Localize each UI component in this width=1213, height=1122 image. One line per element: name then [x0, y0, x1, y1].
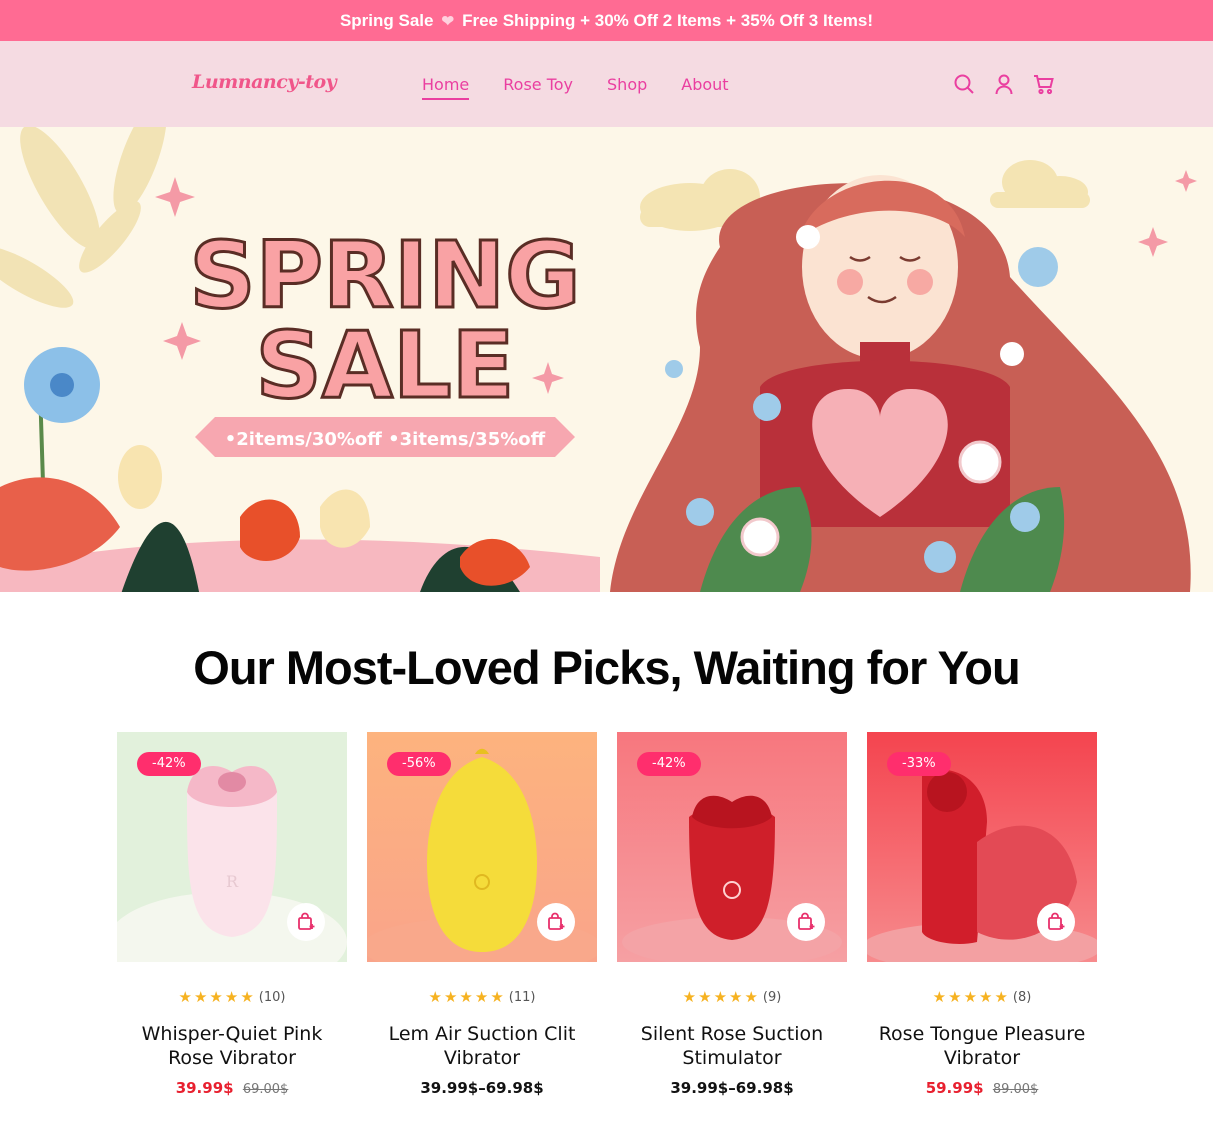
- announcement-lead: Spring Sale: [339, 10, 434, 30]
- nav-shop[interactable]: Shop: [607, 75, 647, 100]
- svg-text:R: R: [226, 872, 239, 891]
- cart-icon[interactable]: [1032, 72, 1056, 96]
- star-icon: ★: [713, 988, 728, 1006]
- star-icon: ★: [994, 988, 1008, 1006]
- bag-plus-icon: [548, 912, 565, 930]
- girl-illustration: [610, 175, 1191, 592]
- star-icon: ★: [193, 988, 208, 1006]
- star-icon: ★: [443, 988, 458, 1006]
- star-icon: ★: [459, 988, 473, 1006]
- product-price: 39.99$–69.98$: [617, 1079, 847, 1097]
- hero-banner[interactable]: SPRING SALE •2items/30%off •3items/35%of…: [0, 127, 1213, 592]
- star-icon: ★: [474, 988, 489, 1006]
- star-icon: ★: [178, 988, 192, 1006]
- product-card[interactable]: -56% ★ ★ ★ ★ ★ (11) Lem Air Suction Clit…: [367, 732, 597, 1097]
- star-icon: ★: [979, 988, 993, 1006]
- discount-badge: -42%: [137, 752, 201, 776]
- hero-ribbon: •2items/30%off •3items/35%off: [225, 429, 546, 450]
- discount-badge: -42%: [637, 752, 701, 776]
- star-icon: ★: [729, 988, 743, 1006]
- star-icon: ★: [698, 988, 712, 1006]
- star-icon: ★: [744, 988, 758, 1006]
- product-image[interactable]: -33%: [867, 732, 1097, 962]
- original-price: 69.00$: [242, 1082, 289, 1097]
- sale-price: 59.99$: [925, 1079, 984, 1097]
- hero-headline: SPRING SALE •2items/30%off •3items/35%of…: [188, 221, 582, 457]
- product-title[interactable]: Whisper-Quiet Pink Rose Vibrator: [117, 1022, 347, 1070]
- announcement-text: Free Shipping + 30% Off 2 Items + 35% Of…: [462, 10, 874, 30]
- price-range: 39.99$–69.98$: [420, 1079, 544, 1097]
- bag-plus-icon: [798, 912, 815, 930]
- add-to-cart-button[interactable]: [787, 903, 825, 941]
- add-to-cart-button[interactable]: [287, 903, 325, 941]
- product-image[interactable]: -42%: [617, 732, 847, 962]
- section-title: Our Most-Loved Picks, Waiting for You: [193, 641, 1020, 694]
- add-to-cart-button[interactable]: [1037, 903, 1075, 941]
- account-icon[interactable]: [992, 72, 1016, 96]
- product-rating: ★ ★ ★ ★ ★ (9): [617, 988, 847, 1006]
- original-price: 89.00$: [992, 1082, 1039, 1097]
- product-price: 39.99$ 69.00$: [117, 1079, 347, 1097]
- discount-badge: -56%: [387, 752, 451, 776]
- hero-illustration: [0, 127, 1197, 592]
- star-icon: ★: [963, 988, 978, 1006]
- star-icon: ★: [948, 988, 962, 1006]
- product-rating: ★ ★ ★ ★ ★ (11): [367, 988, 597, 1006]
- nav-home[interactable]: Home: [422, 75, 470, 100]
- product-image[interactable]: -56%: [367, 732, 597, 962]
- add-to-cart-button[interactable]: [537, 903, 575, 941]
- announcement-bar: Spring Sale ❤ Free Shipping + 30% Off 2 …: [0, 0, 1213, 41]
- product-card[interactable]: R -42% ★ ★ ★ ★ ★ (10) Whisper-Quiet Pink…: [117, 732, 347, 1097]
- search-icon[interactable]: [952, 72, 976, 96]
- rating-count: (10): [258, 989, 286, 1005]
- hero-headline-line2: SALE: [256, 312, 515, 419]
- site-header: Lumnancy-toy Home Rose Toy Shop About: [0, 41, 1213, 127]
- product-title[interactable]: Rose Tongue Pleasure Vibrator: [867, 1022, 1097, 1070]
- product-rating: ★ ★ ★ ★ ★ (8): [867, 988, 1097, 1006]
- star-icon: ★: [490, 988, 504, 1006]
- main-nav: Home Rose Toy Shop About: [422, 75, 729, 100]
- rating-count: (11): [508, 989, 536, 1005]
- product-grid: R -42% ★ ★ ★ ★ ★ (10) Whisper-Quiet Pink…: [117, 732, 1097, 1097]
- heart-icon: ❤: [441, 12, 455, 30]
- bag-plus-icon: [298, 912, 315, 930]
- product-card[interactable]: -33% ★ ★ ★ ★ ★ (8) Rose Tongue Pleasure …: [867, 732, 1097, 1097]
- rating-count: (8): [1012, 989, 1032, 1005]
- leaf-decoration: [0, 127, 167, 308]
- star-icon: ★: [932, 988, 947, 1006]
- nav-about[interactable]: About: [681, 75, 728, 100]
- discount-badge: -33%: [887, 752, 951, 776]
- product-card[interactable]: -42% ★ ★ ★ ★ ★ (9) Silent Rose Suction S…: [617, 732, 847, 1097]
- product-price: 59.99$ 89.00$: [867, 1079, 1097, 1097]
- product-price: 39.99$–69.98$: [367, 1079, 597, 1097]
- nav-rose-toy[interactable]: Rose Toy: [503, 75, 573, 100]
- star-icon: ★: [428, 988, 442, 1006]
- product-title[interactable]: Silent Rose Suction Stimulator: [617, 1022, 847, 1070]
- star-icon: ★: [682, 988, 697, 1006]
- header-actions: [952, 72, 1056, 96]
- bag-plus-icon: [1048, 912, 1065, 930]
- product-image[interactable]: R -42%: [117, 732, 347, 962]
- product-rating: ★ ★ ★ ★ ★ (10): [117, 988, 347, 1006]
- star-icon: ★: [209, 988, 223, 1006]
- rating-count: (9): [762, 989, 782, 1005]
- site-logo[interactable]: Lumnancy-toy: [192, 71, 337, 93]
- price-range: 39.99$–69.98$: [670, 1079, 794, 1097]
- star-icon: ★: [224, 988, 239, 1006]
- product-title[interactable]: Lem Air Suction Clit Vibrator: [367, 1022, 597, 1070]
- star-icon: ★: [240, 988, 254, 1006]
- sale-price: 39.99$: [175, 1079, 234, 1097]
